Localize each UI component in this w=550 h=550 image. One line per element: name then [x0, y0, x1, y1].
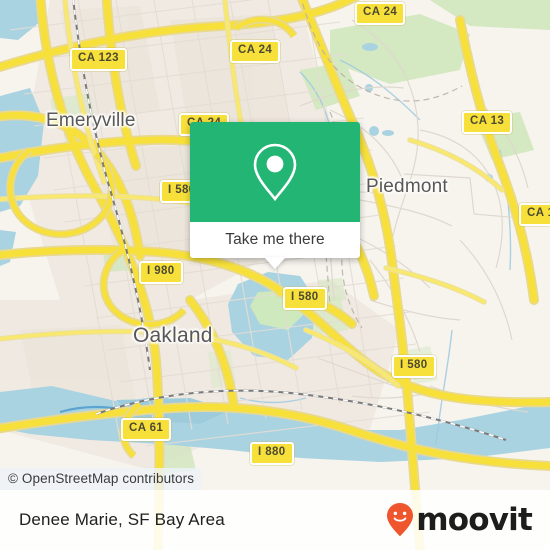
- popup-icon-area: [190, 122, 360, 222]
- moovit-wordmark: moovit: [416, 501, 533, 538]
- map-pin-icon: [253, 143, 297, 202]
- highway-shield-i-580-east[interactable]: I 580: [392, 355, 436, 378]
- highway-shield-ca-61[interactable]: CA 61: [121, 418, 172, 441]
- take-me-there-label: Take me there: [225, 231, 325, 248]
- highway-shield-ca-13-north[interactable]: CA 13: [462, 111, 513, 134]
- highway-shield-i-580-mid[interactable]: I 580: [283, 287, 327, 310]
- moovit-pin-icon: [387, 503, 414, 537]
- highway-shield-i-980[interactable]: I 980: [139, 261, 183, 284]
- highway-shield-ca-13-east[interactable]: CA 13: [519, 203, 550, 226]
- popup-action-area[interactable]: Take me there: [190, 222, 360, 269]
- map-screenshot: Emeryville Oakland Piedmont CA 24 CA 24 …: [0, 0, 550, 550]
- highway-shield-i-880[interactable]: I 880: [250, 442, 294, 465]
- highway-shield-ca-24-upper[interactable]: CA 24: [230, 40, 281, 63]
- highway-shield-ca-123[interactable]: CA 123: [70, 48, 127, 71]
- footer-bar: Denee Marie, SF Bay Area moovit: [0, 490, 550, 550]
- popup-pointer: [264, 257, 286, 269]
- place-title: Denee Marie, SF Bay Area: [19, 510, 225, 529]
- osm-attribution[interactable]: © OpenStreetMap contributors: [0, 468, 202, 490]
- moovit-logo[interactable]: moovit: [385, 501, 533, 538]
- take-me-there-popup[interactable]: Take me there: [190, 122, 360, 269]
- highway-shield-ca-24-north[interactable]: CA 24: [355, 2, 406, 25]
